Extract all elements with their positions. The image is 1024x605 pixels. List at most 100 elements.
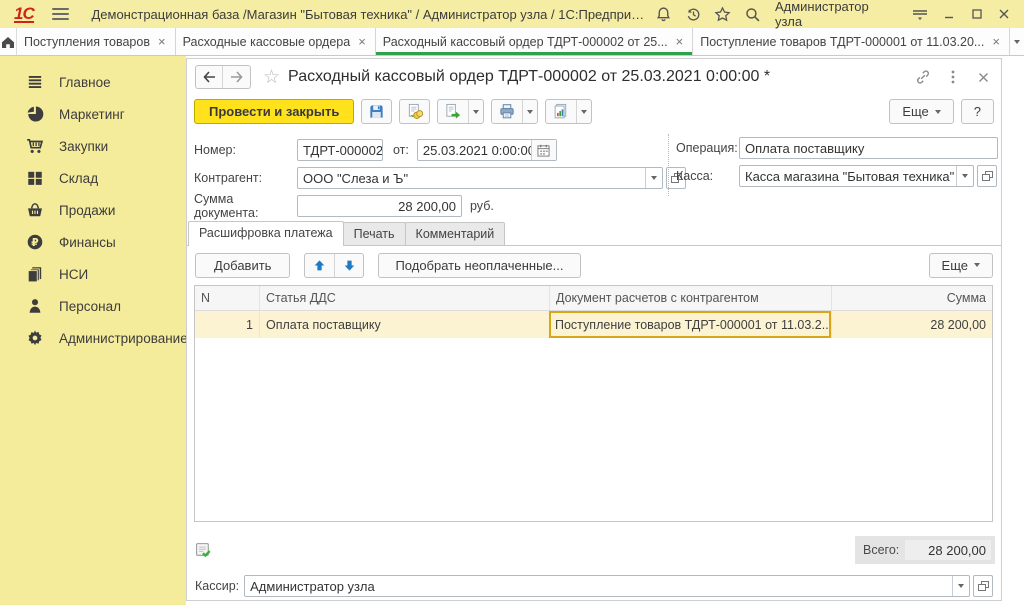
payment-details-table[interactable]: N Статья ДДС Документ расчетов с контраг… — [194, 285, 993, 522]
attached-files-icon[interactable] — [195, 542, 212, 559]
counterparty-value: ООО "Слеза и Ъ" — [298, 171, 645, 186]
move-row-up-button[interactable] — [305, 254, 334, 277]
maximize-button[interactable] — [965, 3, 989, 25]
grid-toolbar: Добавить Подобрать неоплаченные... Еще — [187, 246, 1001, 284]
current-user[interactable]: Администратор узла — [775, 0, 898, 29]
sidebar-item-nsi[interactable]: НСИ — [0, 258, 186, 290]
tab-postupleniya-tovarov[interactable]: Поступления товаров × — [17, 28, 176, 55]
operation-input[interactable]: Оплата поставщику — [739, 137, 998, 159]
counterparty-input[interactable]: ООО "Слеза и Ъ" — [297, 167, 663, 189]
form-title: Расходный кассовый ордер ТДРТ-000002 от … — [288, 68, 770, 86]
move-row-down-button[interactable] — [334, 254, 363, 277]
cell-settlement-document-focused[interactable]: Поступление товаров ТДРТ-000001 от 11.03… — [549, 311, 831, 338]
reports-dropdown[interactable] — [576, 100, 591, 123]
column-header-settlement-doc[interactable]: Документ расчетов с контрагентом — [549, 286, 831, 310]
cashdesk-dropdown-icon[interactable] — [956, 166, 973, 186]
main-menu-icon[interactable] — [52, 8, 70, 20]
tab-rashodny-kassovy-order-active[interactable]: Расходный кассовый ордер ТДРТ-000002 от … — [376, 28, 693, 55]
table-header-row: N Статья ДДС Документ расчетов с контраг… — [195, 286, 992, 311]
post-document-button[interactable] — [399, 99, 430, 124]
sidebar-item-prodazhi[interactable]: Продажи — [0, 194, 186, 226]
window-title: Демонстрационная база /Магазин "Бытовая … — [91, 7, 650, 22]
cashier-dropdown-icon[interactable] — [952, 576, 969, 596]
tab-comment[interactable]: Комментарий — [405, 222, 506, 245]
column-header-article[interactable]: Статья ДДС — [259, 286, 549, 310]
table-row[interactable]: 1 Оплата поставщику Поступление товаров … — [195, 311, 992, 338]
sidebar-item-administrirovanie[interactable]: Администрирование — [0, 322, 186, 354]
close-tab-icon[interactable]: × — [156, 34, 168, 49]
more-button-label: Еще — [902, 104, 928, 119]
cashier-input[interactable]: Администратор узла — [244, 575, 970, 597]
sidebar-item-marketing[interactable]: Маркетинг — [0, 98, 186, 130]
notifications-bell-icon[interactable] — [651, 3, 677, 25]
cashier-value: Администратор узла — [245, 579, 952, 594]
tab-rashodnye-kassovye-ordera[interactable]: Расходные кассовые ордера × — [176, 28, 376, 55]
sidebar-item-finansy[interactable]: ₽ Финансы — [0, 226, 186, 258]
more-kebab-icon[interactable] — [943, 67, 963, 87]
close-tab-icon[interactable]: × — [356, 34, 368, 49]
cell-sum[interactable]: 28 200,00 — [831, 311, 992, 338]
number-label: Номер: — [194, 143, 297, 157]
post-and-close-button[interactable]: Провести и закрыть — [194, 99, 354, 124]
close-form-icon[interactable] — [973, 67, 993, 87]
date-input[interactable]: 25.03.2021 0:00:00 — [417, 139, 557, 161]
more-button-label: Еще — [942, 258, 968, 273]
grid-more-button[interactable]: Еще — [929, 253, 993, 278]
print-dropdown[interactable] — [522, 100, 537, 123]
save-button[interactable] — [361, 99, 392, 124]
cart-icon — [26, 137, 44, 155]
service-menu-icon[interactable] — [908, 3, 934, 25]
home-icon[interactable] — [0, 28, 17, 55]
get-link-icon[interactable] — [913, 67, 933, 87]
help-button[interactable]: ? — [961, 99, 994, 124]
create-based-on-dropdown[interactable] — [468, 100, 483, 123]
add-row-button[interactable]: Добавить — [195, 253, 290, 278]
sidebar-item-label: Главное — [59, 75, 111, 90]
tabs-overflow-chevron-icon[interactable] — [1010, 28, 1024, 55]
total-box: Всего: 28 200,00 — [855, 536, 995, 564]
sidebar-item-label: Склад — [59, 171, 98, 186]
date-label: от: — [393, 143, 409, 157]
tab-print[interactable]: Печать — [343, 222, 406, 245]
sidebar-item-sklad[interactable]: Склад — [0, 162, 186, 194]
cell-cashflow-article[interactable]: Оплата поставщику — [259, 311, 549, 338]
number-input[interactable]: ТДРТ-000002 — [297, 139, 383, 161]
nav-forward-button[interactable] — [223, 66, 250, 88]
cashier-open-icon[interactable] — [973, 575, 993, 597]
sidebar-item-zakupki[interactable]: Закупки — [0, 130, 186, 162]
search-icon[interactable] — [739, 3, 765, 25]
pick-unpaid-button[interactable]: Подобрать неоплаченные... — [378, 253, 580, 278]
calendar-icon[interactable] — [531, 140, 556, 160]
workspace: ☆ Расходный кассовый ордер ТДРТ-000002 о… — [186, 56, 1024, 605]
tab-payment-details[interactable]: Расшифровка платежа — [188, 221, 344, 246]
create-based-on-button[interactable] — [437, 99, 484, 124]
favorites-star-icon[interactable] — [710, 3, 736, 25]
post-document-icon — [406, 103, 424, 120]
minimize-button[interactable] — [937, 3, 961, 25]
tab-postuplenie-tovarov-doc[interactable]: Поступление товаров ТДРТ-000001 от 11.03… — [693, 28, 1010, 55]
column-header-n[interactable]: N — [195, 286, 259, 310]
counterparty-dropdown-icon[interactable] — [645, 168, 662, 188]
print-button[interactable] — [491, 99, 538, 124]
cashdesk-open-icon[interactable] — [977, 165, 997, 187]
nav-back-button[interactable] — [196, 66, 223, 88]
add-to-favorites-star-icon[interactable]: ☆ — [263, 66, 280, 89]
close-window-button[interactable] — [992, 3, 1016, 25]
reports-button[interactable] — [545, 99, 592, 124]
form-more-button[interactable]: Еще — [889, 99, 953, 124]
pie-chart-icon — [26, 105, 44, 123]
1c-logo-icon: 1С — [14, 6, 34, 23]
close-tab-icon[interactable]: × — [990, 34, 1002, 49]
history-icon[interactable] — [680, 3, 706, 25]
sidebar-item-glavnoe[interactable]: Главное — [0, 66, 186, 98]
sidebar-item-personal[interactable]: Персонал — [0, 290, 186, 322]
svg-text:₽: ₽ — [31, 236, 38, 249]
cell-row-number[interactable]: 1 — [195, 311, 259, 338]
cashier-row: Кассир: Администратор узла — [187, 573, 1001, 599]
close-tab-icon[interactable]: × — [674, 34, 686, 49]
column-header-sum[interactable]: Сумма — [831, 286, 992, 310]
cashdesk-input[interactable]: Касса магазина "Бытовая техника" — [739, 165, 974, 187]
amount-input[interactable]: 28 200,00 — [297, 195, 462, 217]
books-icon — [26, 265, 44, 283]
arrow-down-icon — [343, 259, 356, 272]
